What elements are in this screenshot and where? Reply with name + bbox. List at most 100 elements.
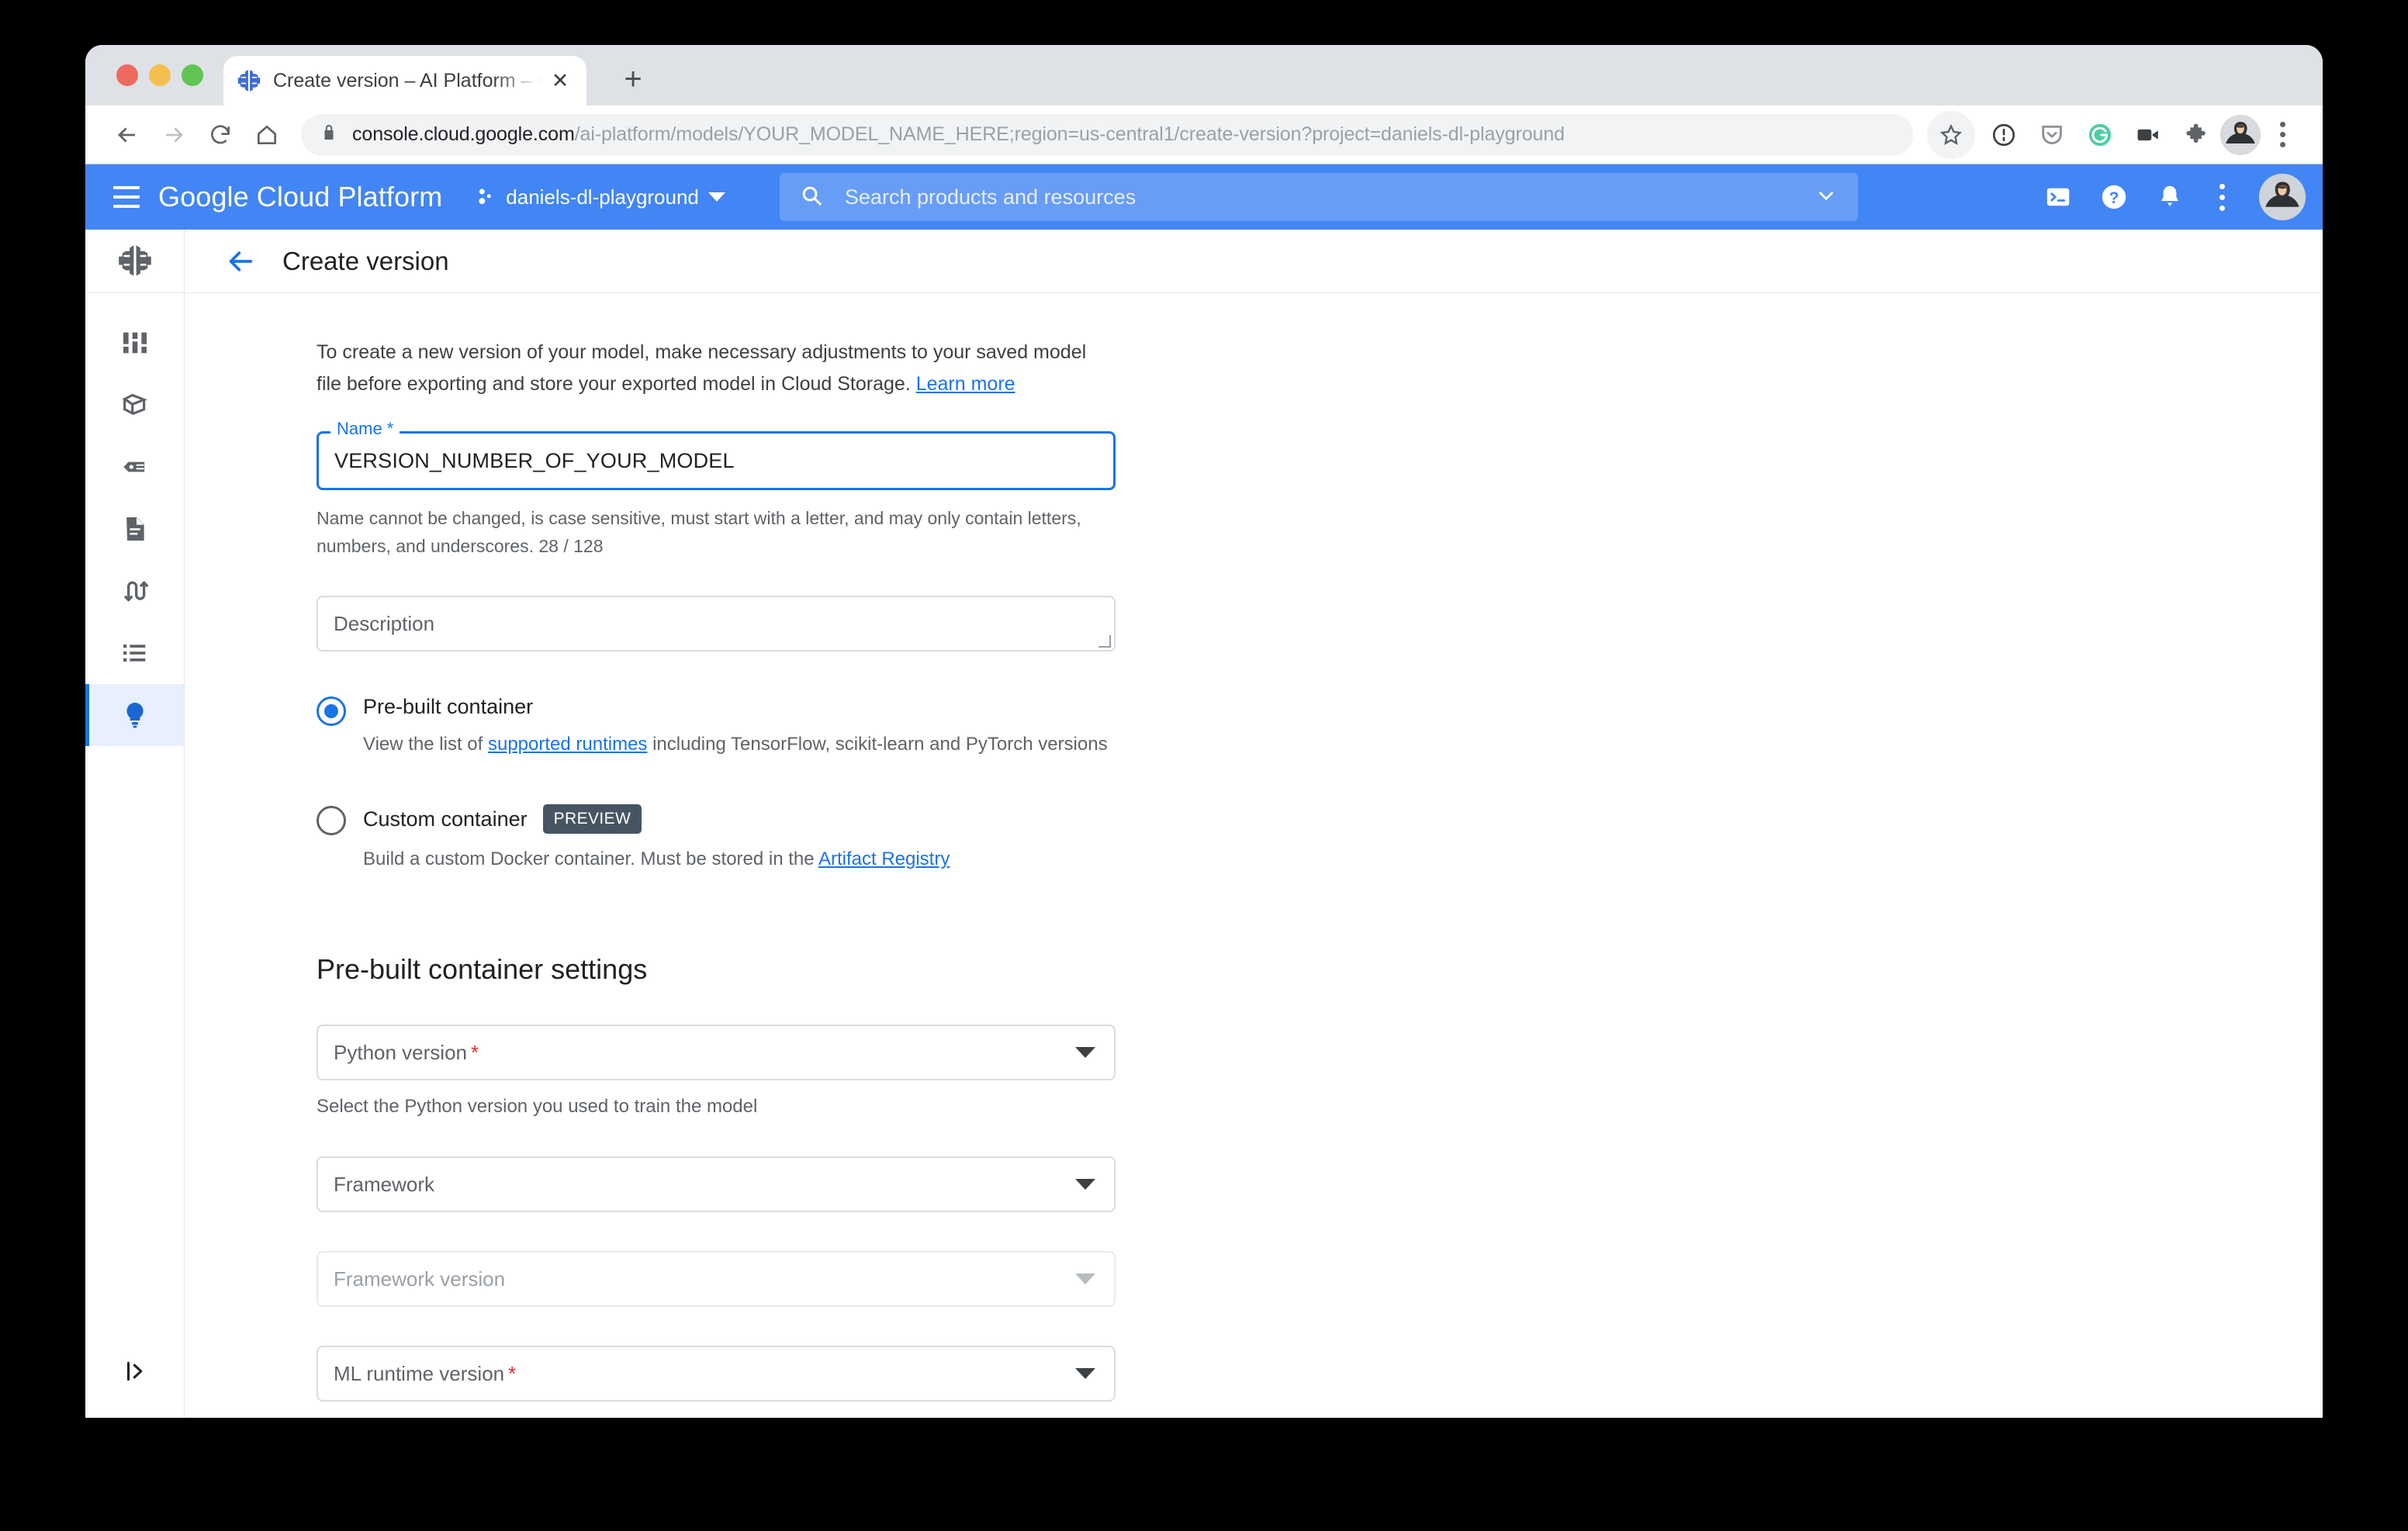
- chevron-down-icon[interactable]: [1815, 184, 1838, 211]
- sidebar-collapse-button[interactable]: [85, 1346, 184, 1396]
- supported-runtimes-link[interactable]: supported runtimes: [488, 734, 647, 755]
- tab-strip: Create version – AI Platform – G ✕ +: [85, 45, 2323, 105]
- star-icon[interactable]: [1927, 110, 1975, 159]
- notifications-icon[interactable]: [2144, 171, 2195, 223]
- ai-platform-logo[interactable]: [85, 230, 184, 293]
- radio-label: Pre-built container: [363, 695, 534, 718]
- extensions-puzzle-icon[interactable]: [2172, 111, 2220, 159]
- radio-option-custom[interactable]: Custom container PREVIEW Build a custom …: [317, 804, 2323, 873]
- chevron-down-icon: [708, 192, 725, 202]
- window-minimize-button[interactable]: [149, 64, 171, 86]
- description-placeholder: Description: [334, 611, 435, 635]
- back-arrow-icon[interactable]: [220, 241, 261, 282]
- radio-option-prebuilt[interactable]: Pre-built container View the list of sup…: [317, 695, 2323, 758]
- select-label-text: ML runtime version: [334, 1361, 505, 1385]
- home-icon[interactable]: [244, 112, 290, 158]
- select-label: Framework: [334, 1172, 435, 1196]
- product-sidebar: [85, 230, 185, 1418]
- ml-runtime-version-select[interactable]: ML runtime version *: [317, 1346, 1116, 1401]
- browser-tab[interactable]: Create version – AI Platform – G ✕: [223, 56, 586, 105]
- radio-sublabel: View the list of supported runtimes incl…: [363, 731, 1108, 758]
- back-icon[interactable]: [104, 112, 150, 158]
- select-label: Python version *: [334, 1041, 1075, 1065]
- window-close-button[interactable]: [116, 64, 138, 86]
- search-placeholder: Search products and resources: [844, 185, 1137, 209]
- close-icon[interactable]: ✕: [546, 67, 574, 95]
- project-name: daniels-dl-playground: [506, 185, 699, 209]
- sidebar-item-notebooks[interactable]: [85, 498, 184, 560]
- search-input[interactable]: Search products and resources: [779, 173, 1858, 221]
- lock-icon: [320, 123, 338, 146]
- name-field-wrapper: VERSION_NUMBER_OF_YOUR_MODEL Name *: [317, 419, 1116, 490]
- grammarly-icon[interactable]: [2076, 111, 2124, 159]
- section-title: Pre-built container settings: [317, 953, 648, 985]
- page-title: Create version: [282, 246, 449, 275]
- radio-body: Custom container PREVIEW Build a custom …: [363, 804, 950, 873]
- gcp-header-actions: ?: [2033, 171, 2306, 223]
- gcp-brand[interactable]: Google Cloud Platform: [158, 181, 442, 213]
- select-label-text: Python version: [334, 1040, 467, 1064]
- radio-sublabel: Build a custom Docker container. Must be…: [363, 846, 950, 873]
- required-asterisk: *: [508, 1361, 517, 1385]
- help-icon[interactable]: ?: [2088, 171, 2140, 223]
- artifact-registry-link[interactable]: Artifact Registry: [818, 848, 950, 869]
- sidebar-item-list[interactable]: [85, 622, 184, 684]
- url-host: console.cloud.google.com: [352, 123, 575, 145]
- account-avatar[interactable]: [2259, 174, 2306, 220]
- python-version-helper: Select the Python version you used to tr…: [317, 1096, 758, 1117]
- address-bar[interactable]: console.cloud.google.com/ai-platform/mod…: [301, 113, 1913, 156]
- browser-window: Create version – AI Platform – G ✕ + con…: [85, 45, 2323, 1418]
- reload-icon[interactable]: [197, 112, 244, 158]
- sidebar-item-models[interactable]: [85, 374, 184, 436]
- python-version-select[interactable]: Python version *: [317, 1025, 1116, 1080]
- app-body: Create version To create a new version o…: [85, 230, 2323, 1418]
- hamburger-icon[interactable]: [102, 173, 150, 221]
- radio-label: Custom container: [363, 807, 528, 831]
- svg-text:?: ?: [2109, 188, 2119, 207]
- new-tab-button[interactable]: +: [613, 59, 653, 99]
- chrome-menu-icon[interactable]: [2261, 113, 2304, 157]
- page-header: Create version: [185, 230, 2323, 293]
- window-maximize-button[interactable]: [182, 64, 203, 86]
- sidebar-item-labeling[interactable]: [85, 436, 184, 498]
- framework-select[interactable]: Framework: [317, 1156, 1116, 1212]
- sub-after: including TensorFlow, scikit-learn and P…: [647, 734, 1108, 755]
- sidebar-item-lightbulb[interactable]: [85, 684, 184, 746]
- main-content: Create version To create a new version o…: [185, 230, 2323, 1418]
- gcp-header: Google Cloud Platform daniels-dl-playgro…: [85, 164, 2323, 230]
- project-selector[interactable]: daniels-dl-playground: [475, 185, 725, 209]
- browser-toolbar: console.cloud.google.com/ai-platform/mod…: [85, 105, 2323, 164]
- sidebar-items: [85, 293, 184, 746]
- chevron-down-icon: [1075, 1179, 1095, 1190]
- url-text: console.cloud.google.com/ai-platform/mod…: [352, 123, 1565, 146]
- more-options-icon[interactable]: [2200, 171, 2244, 223]
- resize-handle-icon[interactable]: [1098, 635, 1111, 648]
- radio-top: Custom container PREVIEW: [363, 804, 950, 834]
- name-input[interactable]: VERSION_NUMBER_OF_YOUR_MODEL: [317, 431, 1116, 490]
- profile-avatar[interactable]: [2220, 114, 2261, 155]
- name-helper-text: Name cannot be changed, is case sensitiv…: [317, 508, 1081, 556]
- name-input-value: VERSION_NUMBER_OF_YOUR_MODEL: [334, 448, 735, 472]
- select-label: Framework version: [334, 1267, 506, 1291]
- forward-icon[interactable]: [150, 112, 197, 158]
- chevron-down-icon: [1075, 1368, 1095, 1379]
- radio-indicator-unselected[interactable]: [317, 806, 346, 835]
- pocket-icon[interactable]: [2028, 111, 2076, 159]
- name-input-label: Name *: [330, 419, 400, 439]
- chevron-down-icon: [1075, 1274, 1095, 1284]
- sidebar-item-jobs[interactable]: [85, 560, 184, 622]
- framework-version-select[interactable]: Framework version: [317, 1251, 1116, 1307]
- learn-more-link[interactable]: Learn more: [916, 373, 1015, 395]
- tab-title: Create version – AI Platform – G: [273, 69, 541, 92]
- sidebar-item-dashboard[interactable]: [85, 312, 184, 374]
- 1password-icon[interactable]: [1980, 111, 2028, 159]
- description-input[interactable]: Description: [317, 596, 1116, 651]
- required-asterisk: *: [470, 1040, 479, 1064]
- cloud-shell-icon[interactable]: [2033, 171, 2084, 223]
- sub-before: View the list of: [363, 734, 488, 755]
- video-camera-icon[interactable]: [2124, 111, 2172, 159]
- radio-indicator-selected[interactable]: [317, 696, 346, 726]
- preview-badge: PREVIEW: [542, 804, 642, 834]
- project-icon: [479, 188, 491, 205]
- intro-text: To create a new version of your model, m…: [317, 337, 1116, 400]
